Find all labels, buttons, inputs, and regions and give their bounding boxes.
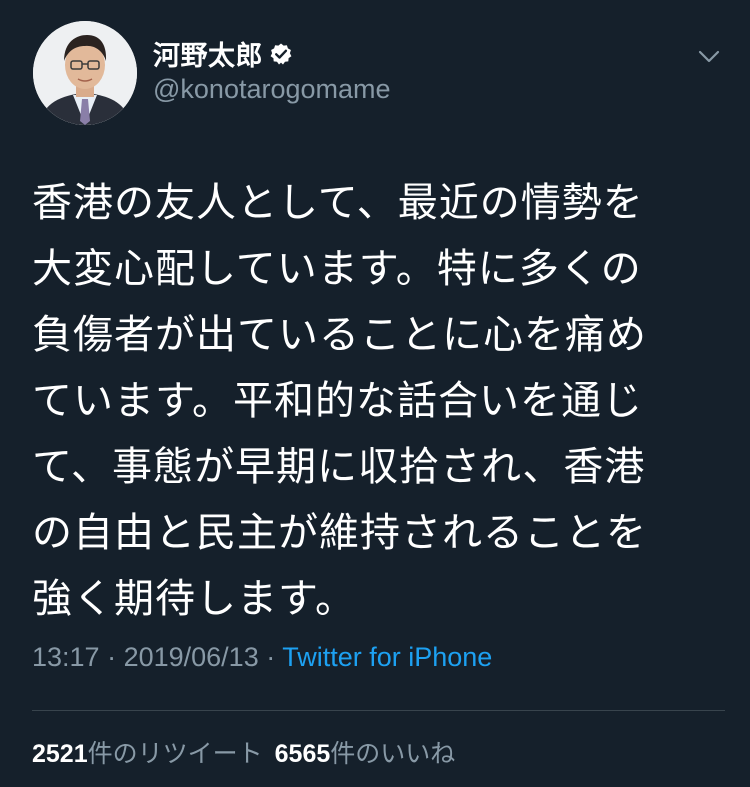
chevron-down-icon[interactable] [696, 43, 722, 69]
verified-badge-icon [270, 43, 292, 64]
tweet-date[interactable]: 2019/06/13 [124, 642, 259, 672]
user-handle[interactable]: @konotarogomame [153, 74, 391, 105]
display-name[interactable]: 河野太郎 [153, 34, 263, 73]
likes-stat[interactable]: 6565件のいいね [275, 739, 456, 768]
profile-photo-icon [33, 21, 137, 125]
tweet-time[interactable]: 13:17 [32, 642, 100, 672]
avatar[interactable] [33, 21, 137, 125]
tweet-source-link[interactable]: Twitter for iPhone [282, 642, 492, 672]
tweet-meta: 13:17 · 2019/06/13 · Twitter for iPhone [32, 642, 492, 673]
likes-label: 件のいいね [330, 739, 456, 768]
retweets-count: 2521 [32, 740, 88, 768]
tweet-stats: 2521件のリツイート 6565件のいいね [32, 734, 455, 770]
meta-separator: · [258, 642, 283, 672]
tweet-text: 香港の友人として、最近の情勢を 大変心配しています。特に多くの 負傷者が出ている… [32, 180, 647, 622]
meta-separator: · [99, 642, 124, 672]
user-name-row[interactable]: 河野太郎 [153, 34, 293, 73]
likes-count: 6565 [274, 740, 331, 768]
retweets-stat[interactable]: 2521件のリツイート [32, 739, 263, 768]
retweets-label: 件のリツイート [87, 739, 263, 768]
divider [32, 710, 725, 711]
